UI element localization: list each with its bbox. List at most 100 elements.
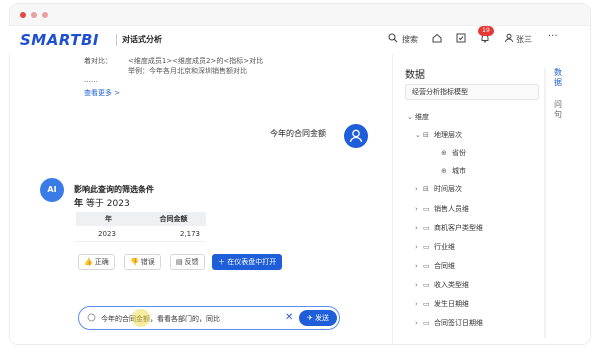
tree-item-city[interactable]: ⊕ 城市 [441, 166, 466, 176]
window-titlebar [10, 4, 590, 26]
send-button[interactable]: ✈ 发送 [299, 310, 337, 326]
open-in-dashboard-button[interactable]: ＋ 在仪表盘中打开 [212, 254, 283, 270]
home-icon[interactable] [432, 33, 442, 45]
tree-item-sales[interactable]: › ▭ 销售人员维 [415, 204, 469, 214]
tree-item-label: 省份 [452, 149, 466, 157]
tree-item-label: 发生日期维 [434, 300, 469, 308]
table-cell: 2,173 [179, 229, 200, 238]
minimize-dot-icon[interactable] [31, 12, 37, 18]
table-header: 年 合同金额 [76, 212, 206, 226]
table-cell: 2023 [98, 229, 116, 238]
tree-item-occur-date[interactable]: › ▭ 发生日期维 [415, 299, 469, 309]
app-name: 对话式分析 [122, 35, 162, 44]
question-input[interactable]: 今年的合同金额，看看各部门的，同比 ✕ ✈ 发送 [78, 306, 340, 330]
folder-icon: ▭ [423, 319, 430, 327]
compare-label: 着对比： [84, 57, 112, 65]
history-ellipsis: …… [84, 76, 98, 84]
maximize-dot-icon[interactable] [42, 12, 48, 18]
notification-badge: 19 [478, 26, 494, 36]
tree-item-province[interactable]: ⊕ 省份 [441, 148, 466, 158]
correct-label: 正确 [94, 258, 109, 266]
tree-item-revenue-type[interactable]: › ▭ 收入类型维 [415, 280, 469, 290]
checklist-icon[interactable] [456, 33, 466, 45]
filter-value: 2023 [106, 199, 130, 209]
side-tabs: 数据 问句 [548, 68, 568, 120]
tree-item-label: 商机客户类型维 [434, 224, 483, 232]
feedback-label: 反馈 [184, 258, 199, 266]
chevron-right-icon: › [415, 281, 418, 289]
tree-item-label: 合同维 [434, 262, 455, 270]
globe-icon: ⊕ [441, 167, 447, 175]
plus-icon: ＋ [218, 258, 228, 266]
tab-data[interactable]: 数据 [553, 68, 563, 88]
user-name[interactable]: 张三 [516, 34, 532, 45]
compare-example: 举例：今年各月北京和深圳销售额对比 [128, 67, 247, 75]
thumbs-up-icon: 👍 [84, 258, 93, 266]
send-label: 发送 [315, 314, 330, 322]
result-table: 年 合同金额 2023 2,173 [76, 212, 206, 242]
tree-item-label: 销售人员维 [434, 205, 469, 213]
smartbi-logo[interactable]: SMARTBI [20, 31, 99, 49]
wrong-button[interactable]: 👎 错误 [124, 254, 161, 270]
send-icon: ✈ [306, 314, 316, 322]
folder-icon: ▭ [423, 262, 430, 270]
filter-condition: 年 等于 2023 [74, 196, 130, 209]
user-icon[interactable] [504, 33, 514, 45]
chevron-down-icon: ⌄ [407, 113, 413, 121]
feedback-button[interactable]: ▤ 反馈 [170, 254, 205, 270]
input-value[interactable]: 今年的合同金额，看看各部门的，同比 [101, 314, 220, 324]
folder-icon: ▭ [423, 224, 430, 232]
chevron-right-icon: › [415, 185, 418, 193]
filter-operator: 等于 [85, 199, 104, 209]
data-panel: 数据 经营分析指标模型 ⌄ 维度 ⌄ ⊟ 地理层次 ⊕ 省份 ⊕ 城市 › ⊟ 时间层次 › ▭… [392, 54, 544, 344]
table-header-cell: 合同金额 [159, 215, 188, 223]
tree-item-label: 城市 [452, 167, 466, 175]
tree-item-time[interactable]: › ⊟ 时间层次 [415, 184, 462, 194]
tree-item-sign-date[interactable]: › ▭ 合同签订日期维 [415, 318, 483, 328]
chevron-right-icon: › [415, 224, 418, 232]
more-menu-icon[interactable]: ··· [548, 31, 558, 42]
mouse-cursor-highlight [132, 309, 150, 327]
dimension-header[interactable]: ⌄ 维度 [407, 112, 429, 122]
folder-icon: ▭ [423, 281, 430, 289]
wrong-label: 错误 [140, 258, 155, 266]
folder-icon: ▭ [423, 205, 430, 213]
chevron-down-icon: ⌄ [415, 131, 421, 139]
hierarchy-icon: ⊟ [423, 185, 429, 193]
chevron-right-icon: › [415, 243, 418, 251]
dimension-header-label: 维度 [415, 113, 429, 121]
search-label[interactable]: 搜索 [402, 34, 418, 45]
chevron-right-icon: › [415, 262, 418, 270]
hierarchy-icon: ⊟ [423, 131, 429, 139]
folder-icon: ▭ [423, 300, 430, 308]
header-divider [116, 34, 117, 46]
search-icon[interactable] [388, 33, 398, 45]
tree-item-label: 时间层次 [434, 185, 462, 193]
close-dot-icon[interactable] [20, 12, 26, 18]
tree-item-geo[interactable]: ⌄ ⊟ 地理层次 [415, 130, 462, 140]
model-selector[interactable]: 经营分析指标模型 [405, 84, 539, 100]
table-row: 2023 2,173 [76, 226, 206, 242]
tree-item-customer-type[interactable]: › ▭ 商机客户类型维 [415, 223, 483, 233]
correct-button[interactable]: 👍 正确 [78, 254, 115, 270]
tree-item-industry[interactable]: › ▭ 行业维 [415, 242, 455, 252]
ai-avatar: AI [40, 178, 64, 202]
view-more-link[interactable]: 查看更多 > [84, 88, 120, 98]
panel-title: 数据 [405, 70, 425, 81]
filter-title: 影响此查询的筛选条件 [74, 185, 154, 194]
tree-item-label: 行业维 [434, 243, 455, 251]
thumbs-down-icon: 👎 [130, 258, 139, 266]
chevron-right-icon: › [415, 300, 418, 308]
compare-template: <维度成员1><维度成员2>的<指标>对比 [128, 57, 264, 65]
clear-icon[interactable]: ✕ [285, 312, 293, 323]
person-icon [349, 129, 363, 143]
input-circle-icon [87, 313, 96, 324]
chevron-right-icon: › [415, 205, 418, 213]
tree-item-label: 合同签订日期维 [434, 319, 483, 327]
tab-questions[interactable]: 问句 [553, 100, 563, 120]
app-header: SMARTBI 对话式分析 搜索 19 张三 ··· [0, 26, 580, 54]
filter-field: 年 [74, 199, 84, 209]
tree-item-contract[interactable]: › ▭ 合同维 [415, 261, 455, 271]
tree-item-label: 收入类型维 [434, 281, 469, 289]
panel-scrollbar[interactable] [544, 68, 546, 338]
